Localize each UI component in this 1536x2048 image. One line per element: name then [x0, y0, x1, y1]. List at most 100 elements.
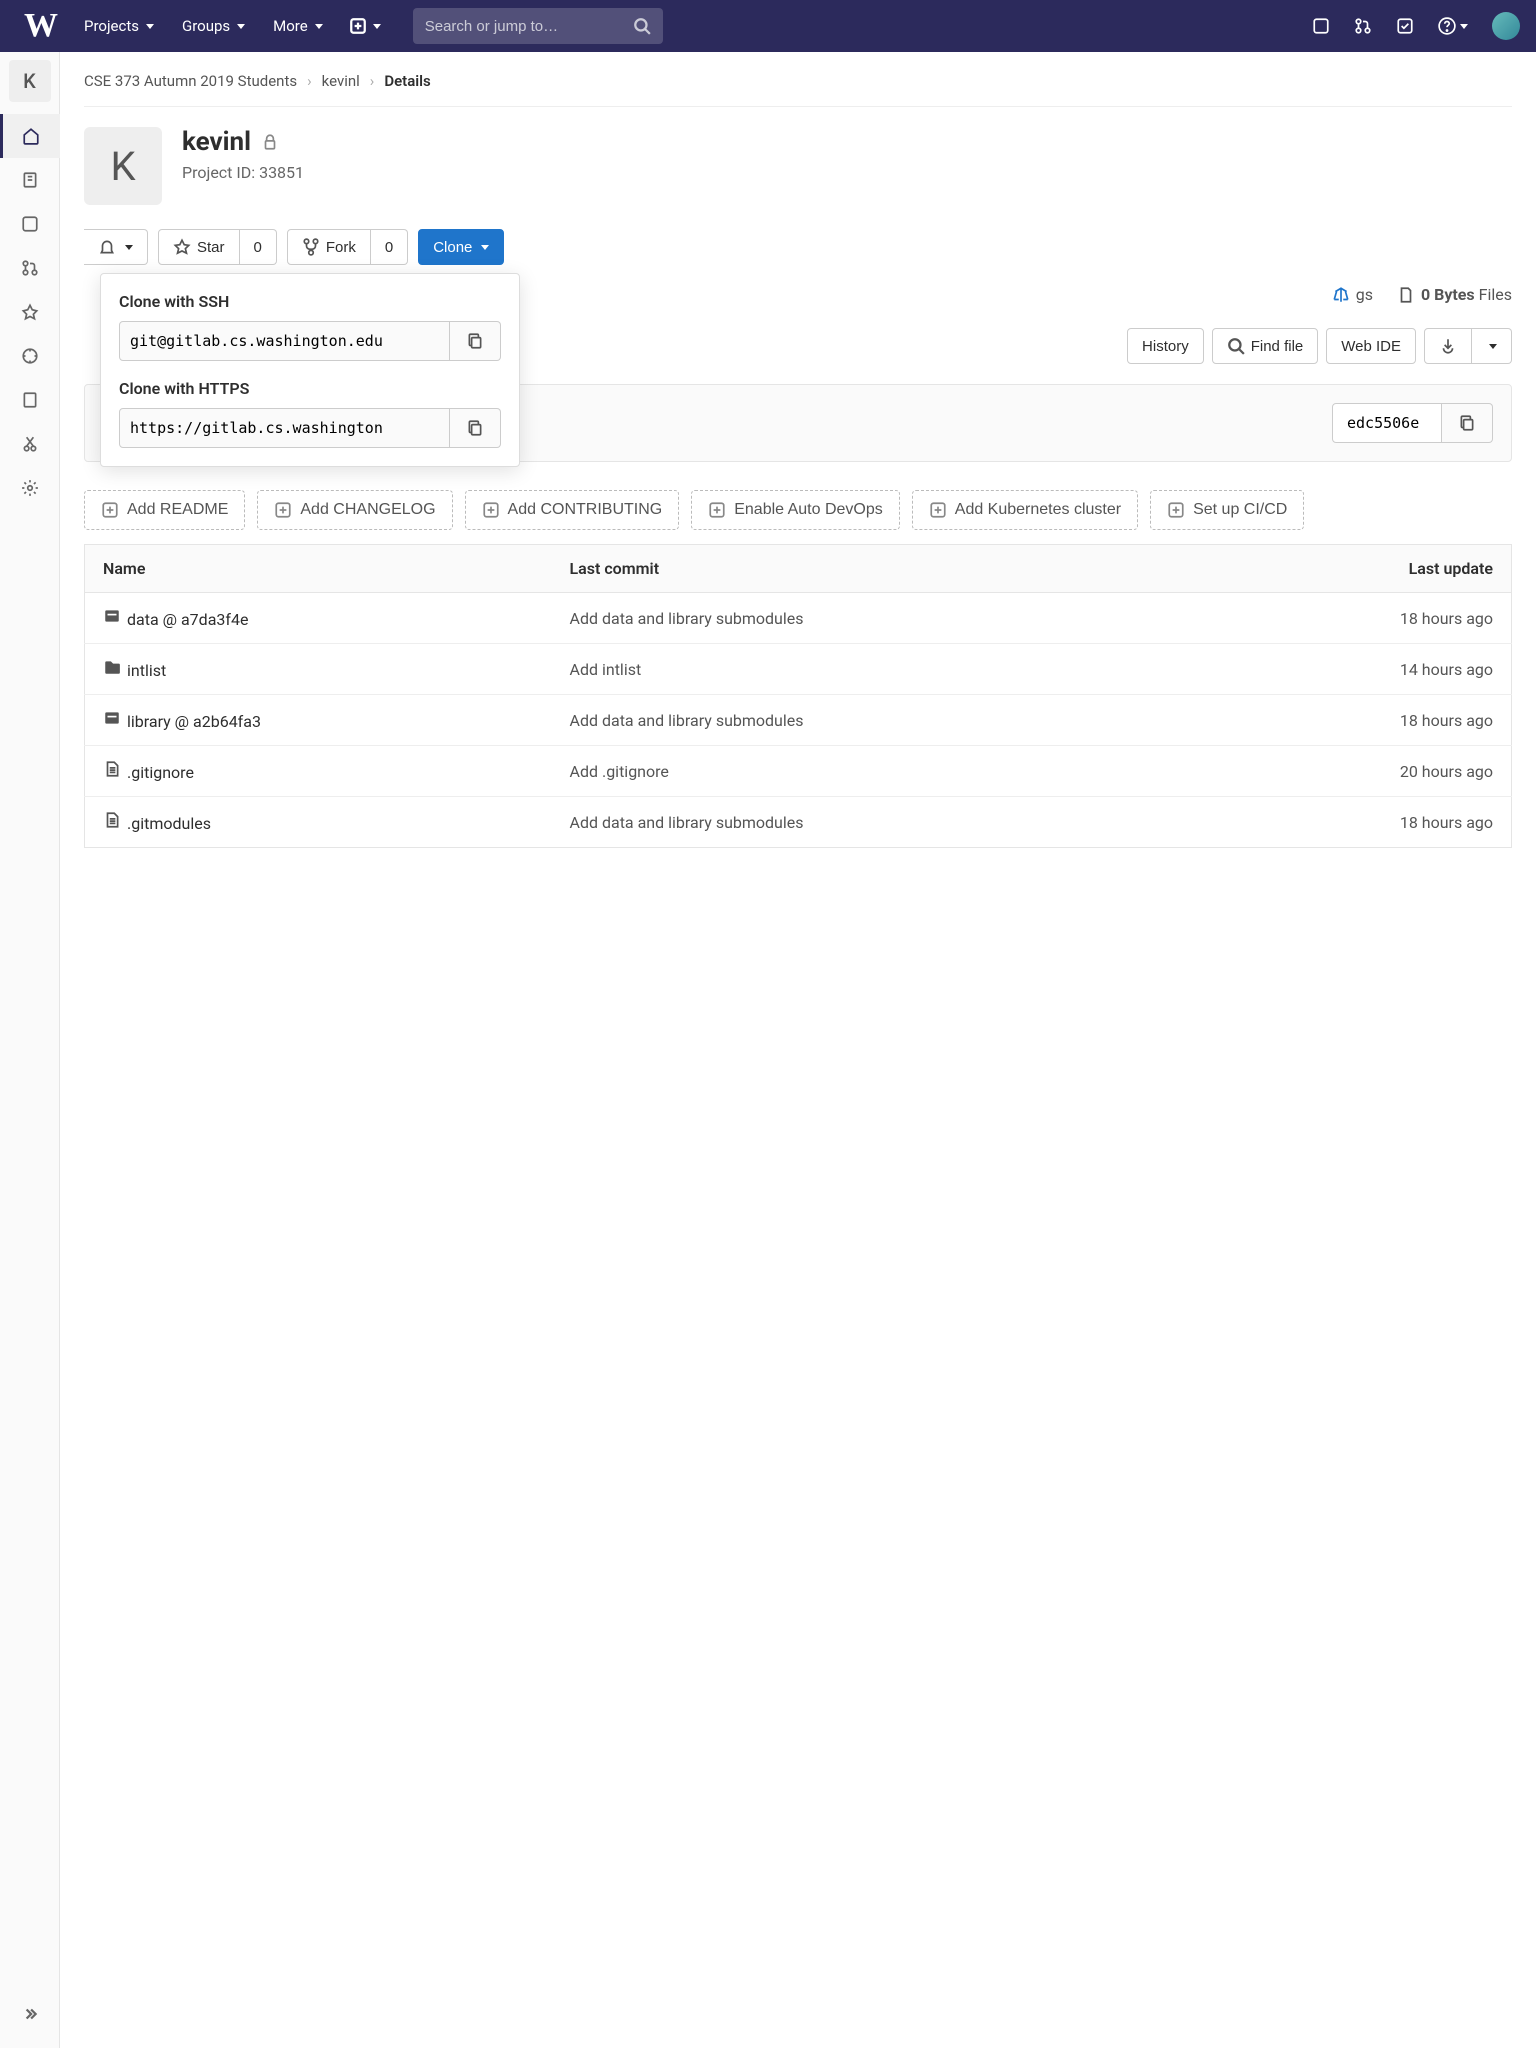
- suggest-button[interactable]: Add CHANGELOG: [257, 490, 452, 530]
- actions-row: Star 0 Fork 0 Clone Clone with SSH: [84, 229, 1512, 265]
- breadcrumb: CSE 373 Autumn 2019 Students › kevinl › …: [84, 72, 1512, 107]
- scale-icon: [1332, 286, 1350, 304]
- suggest-button[interactable]: Add Kubernetes cluster: [912, 490, 1138, 530]
- webide-button[interactable]: Web IDE: [1326, 328, 1416, 364]
- breadcrumb-sep: ›: [370, 72, 375, 90]
- copy-icon: [466, 419, 484, 437]
- folder-icon: [103, 658, 119, 676]
- fork-button[interactable]: Fork: [287, 229, 371, 265]
- content: CSE 373 Autumn 2019 Students › kevinl › …: [60, 52, 1536, 2048]
- chevron-down-icon: [315, 24, 323, 29]
- suggest-button[interactable]: Enable Auto DevOps: [691, 490, 900, 530]
- issues-icon[interactable]: [1304, 9, 1338, 43]
- suggestions-row: Add README Add CHANGELOG Add CONTRIBUTING E…: [84, 490, 1512, 530]
- download-icon: [1439, 337, 1457, 355]
- star-icon: [173, 238, 191, 256]
- nav-groups[interactable]: Groups: [172, 9, 255, 43]
- sidebar-settings[interactable]: [0, 466, 60, 510]
- new-button[interactable]: [341, 9, 389, 43]
- todos-icon[interactable]: [1388, 9, 1422, 43]
- sidebar-project-avatar[interactable]: K: [9, 60, 51, 102]
- search-icon: [633, 17, 651, 35]
- sidebar-cicd[interactable]: [0, 290, 60, 334]
- sidebar-repository[interactable]: [0, 158, 60, 202]
- find-file-button[interactable]: Find file: [1212, 328, 1319, 364]
- submodule-icon: [103, 709, 119, 727]
- files-table: Name Last commit Last update data @ a7da…: [84, 544, 1512, 848]
- merge-requests-icon[interactable]: [1346, 9, 1380, 43]
- stat-files[interactable]: 0 Bytes Files: [1397, 285, 1512, 304]
- breadcrumb-sep: ›: [307, 72, 312, 90]
- clone-https-input[interactable]: [119, 408, 450, 448]
- download-menu[interactable]: [1472, 328, 1512, 364]
- fork-count[interactable]: 0: [371, 229, 408, 265]
- sidebar: K: [0, 52, 60, 2048]
- user-avatar[interactable]: [1492, 12, 1520, 40]
- chevron-down-icon: [1460, 24, 1468, 29]
- breadcrumb-current: Details: [384, 72, 430, 90]
- suggest-button[interactable]: Add README: [84, 490, 245, 530]
- file-icon: [1397, 286, 1415, 304]
- history-button[interactable]: History: [1127, 328, 1204, 364]
- clone-ssh-input[interactable]: [119, 321, 450, 361]
- clone-ssh-label: Clone with SSH: [119, 292, 501, 311]
- lock-icon: [261, 133, 279, 151]
- table-row[interactable]: .gitignoreAdd .gitignore20 hours ago: [85, 746, 1512, 797]
- project-title: kevinl: [182, 127, 304, 157]
- chevron-down-icon: [481, 245, 489, 250]
- table-header-updated: Last update: [1200, 545, 1511, 593]
- submodule-icon: [103, 607, 119, 625]
- copy-ssh-button[interactable]: [450, 321, 501, 361]
- copy-sha-button[interactable]: [1442, 403, 1493, 443]
- sidebar-expand[interactable]: [0, 1992, 60, 2036]
- project-avatar: K: [84, 127, 162, 205]
- sidebar-operations[interactable]: [0, 334, 60, 378]
- clone-button[interactable]: Clone: [418, 229, 504, 265]
- chevron-down-icon: [146, 24, 154, 29]
- topbar: W Projects Groups More: [0, 0, 1536, 52]
- copy-https-button[interactable]: [450, 408, 501, 448]
- file-icon: [103, 811, 119, 829]
- table-header-name: Name: [85, 545, 552, 593]
- sidebar-snippets[interactable]: [0, 422, 60, 466]
- sidebar-home[interactable]: [0, 114, 60, 158]
- notifications-button[interactable]: [84, 229, 148, 265]
- help-icon[interactable]: [1430, 9, 1476, 43]
- stat-tags[interactable]: gs: [1332, 285, 1373, 304]
- star-count[interactable]: 0: [240, 229, 277, 265]
- table-row[interactable]: .gitmodulesAdd data and library submodul…: [85, 797, 1512, 848]
- file-icon: [103, 760, 119, 778]
- table-row[interactable]: data @ a7da3f4eAdd data and library subm…: [85, 593, 1512, 644]
- chevron-down-icon: [1489, 344, 1497, 349]
- suggest-button[interactable]: Add CONTRIBUTING: [465, 490, 680, 530]
- table-row[interactable]: intlistAdd intlist14 hours ago: [85, 644, 1512, 695]
- download-button[interactable]: [1424, 328, 1472, 364]
- breadcrumb-project[interactable]: kevinl: [322, 72, 360, 90]
- search-input[interactable]: [425, 18, 633, 35]
- bell-icon: [98, 238, 116, 256]
- breadcrumb-root[interactable]: CSE 373 Autumn 2019 Students: [84, 72, 297, 90]
- chevron-down-icon: [237, 24, 245, 29]
- table-header-commit: Last commit: [552, 545, 1201, 593]
- search-box[interactable]: [413, 8, 663, 44]
- clone-dropdown: Clone with SSH Clone with HTTPS: [100, 273, 520, 467]
- sidebar-merge-requests[interactable]: [0, 246, 60, 290]
- chevron-down-icon: [125, 245, 133, 250]
- table-row[interactable]: library @ a2b64fa3Add data and library s…: [85, 695, 1512, 746]
- nav-more[interactable]: More: [263, 9, 333, 43]
- clone-https-label: Clone with HTTPS: [119, 379, 501, 398]
- copy-icon: [466, 332, 484, 350]
- star-button[interactable]: Star: [158, 229, 240, 265]
- sidebar-issues[interactable]: [0, 202, 60, 246]
- commit-sha-input[interactable]: [1332, 403, 1442, 443]
- fork-icon: [302, 238, 320, 256]
- copy-icon: [1458, 414, 1476, 432]
- project-id: Project ID: 33851: [182, 163, 304, 182]
- project-header: K kevinl Project ID: 33851: [84, 127, 1512, 205]
- chevron-down-icon: [373, 24, 381, 29]
- sidebar-wiki[interactable]: [0, 378, 60, 422]
- logo[interactable]: W: [16, 7, 66, 45]
- search-icon: [1227, 337, 1245, 355]
- suggest-button[interactable]: Set up CI/CD: [1150, 490, 1304, 530]
- nav-projects[interactable]: Projects: [74, 9, 164, 43]
